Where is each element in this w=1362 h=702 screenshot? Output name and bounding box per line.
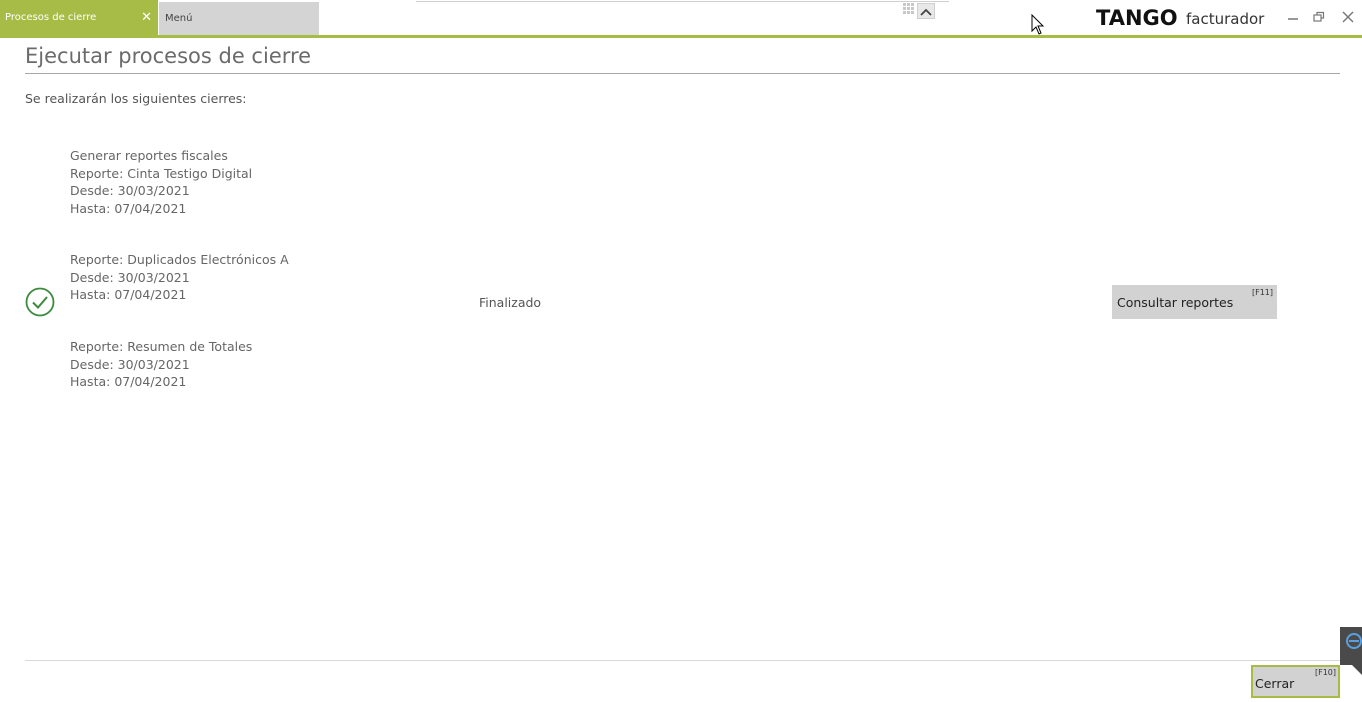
search-strip xyxy=(416,0,949,2)
page-title: Ejecutar procesos de cierre xyxy=(25,44,312,68)
title-bar: Procesos de cierre ✕ Menú TANGO facturad… xyxy=(0,0,1362,36)
report-name: Reporte: Duplicados Electrónicos A xyxy=(70,252,289,267)
consultar-reportes-button[interactable]: Consultar reportes [F11] xyxy=(1112,285,1277,319)
side-panel-icon[interactable] xyxy=(1340,625,1362,675)
tab-menu-label: Menú xyxy=(165,13,193,24)
tab-close-icon[interactable]: ✕ xyxy=(141,0,152,36)
accent-divider xyxy=(0,35,1362,38)
report-block: Reporte: Duplicados Electrónicos A Desde… xyxy=(70,251,289,304)
cerrar-label: Cerrar xyxy=(1255,676,1295,691)
tab-label: Procesos de cierre xyxy=(5,12,97,23)
report-from: Desde: 30/03/2021 xyxy=(70,183,190,198)
report-block: Reporte: Resumen de Totales Desde: 30/03… xyxy=(70,338,252,391)
report-block: Generar reportes fiscales Reporte: Cinta… xyxy=(70,147,252,217)
report-from: Desde: 30/03/2021 xyxy=(70,269,190,285)
process-heading: Generar reportes fiscales xyxy=(70,148,228,163)
mouse-cursor-icon xyxy=(1031,14,1045,35)
close-icon[interactable] xyxy=(1342,11,1354,23)
process-status: Finalizado xyxy=(479,295,542,310)
chevron-up-icon[interactable] xyxy=(917,3,935,19)
title-divider xyxy=(25,73,1340,74)
report-from: Desde: 30/03/2021 xyxy=(70,356,190,372)
consultar-reportes-shortcut: [F11] xyxy=(1251,288,1273,297)
cerrar-shortcut: [F10] xyxy=(1314,668,1336,677)
report-to: Hasta: 07/04/2021 xyxy=(70,200,187,216)
consultar-reportes-label: Consultar reportes xyxy=(1117,295,1234,310)
report-to: Hasta: 07/04/2021 xyxy=(70,374,187,389)
report-to: Hasta: 07/04/2021 xyxy=(70,287,187,302)
grid-icon[interactable] xyxy=(903,3,917,17)
brand-logo: TANGO xyxy=(1096,6,1178,30)
brand-product-name: facturador xyxy=(1186,10,1265,28)
check-circle-icon xyxy=(25,287,55,317)
report-name: Reporte: Cinta Testigo Digital xyxy=(70,165,253,181)
footer-divider xyxy=(25,660,1340,661)
intro-text: Se realizarán los siguientes cierres: xyxy=(25,91,247,106)
tab-menu[interactable]: Menú xyxy=(159,2,319,35)
minimize-icon[interactable] xyxy=(1287,11,1299,23)
tab-procesos-de-cierre[interactable]: Procesos de cierre ✕ xyxy=(0,0,158,35)
cerrar-button[interactable]: Cerrar [F10] xyxy=(1251,665,1340,698)
report-name: Reporte: Resumen de Totales xyxy=(70,339,253,354)
restore-icon[interactable] xyxy=(1313,11,1325,23)
